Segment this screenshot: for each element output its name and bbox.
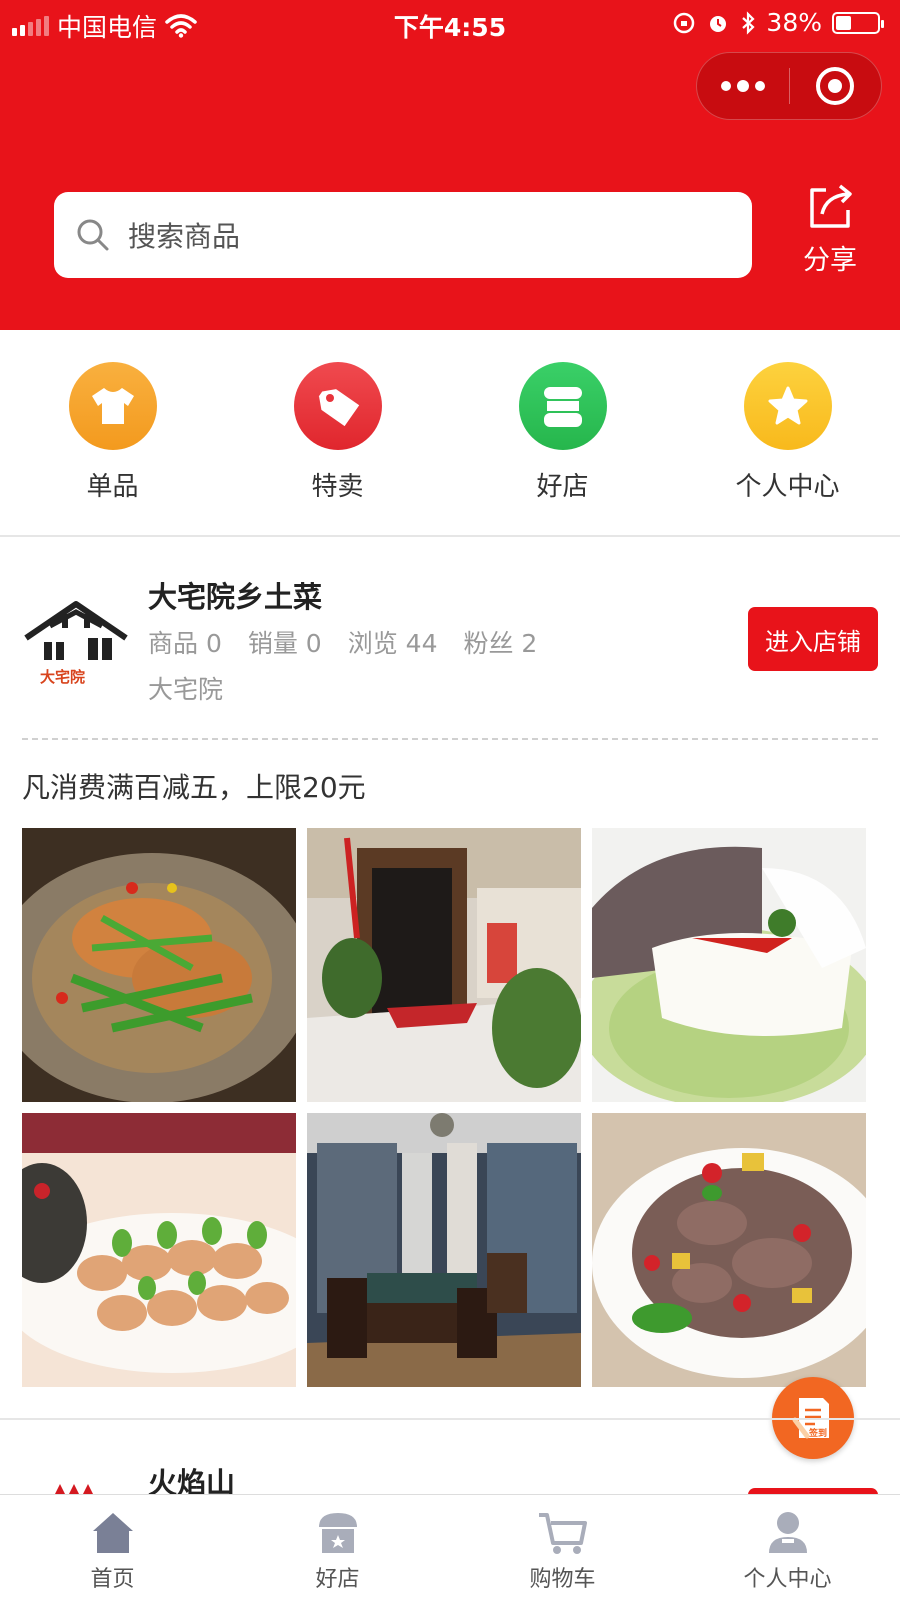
tab-good-shop[interactable]: 好店	[225, 1495, 450, 1600]
mini-program-capsule	[696, 52, 882, 120]
photo-stirfry-dish[interactable]	[592, 1113, 866, 1387]
shop-views-count: 浏览 44	[347, 629, 438, 658]
category-row: 单品 特卖 好店 个人中心	[0, 330, 900, 535]
close-miniprogram-button[interactable]	[790, 53, 882, 119]
category-label: 单品	[86, 472, 139, 502]
cart-icon	[538, 1513, 587, 1554]
share-button[interactable]: 分享	[790, 180, 870, 277]
tag-icon	[293, 362, 382, 450]
more-button[interactable]	[697, 53, 789, 119]
target-icon	[816, 67, 855, 105]
category-good-shop[interactable]: 好店	[450, 330, 675, 535]
photo-shrimp-dish[interactable]	[22, 828, 296, 1102]
section-divider	[0, 1418, 900, 1420]
tab-label: 个人中心	[743, 1567, 832, 1592]
store-icon	[518, 362, 607, 450]
shirt-icon	[68, 362, 157, 450]
search-placeholder: 搜索商品	[128, 220, 241, 253]
shop-promo-text: 凡消费满百减五，上限20元	[22, 771, 366, 804]
tab-label: 首页	[90, 1567, 135, 1592]
battery-percent: 38%	[766, 8, 822, 37]
tab-home[interactable]: 首页	[0, 1495, 225, 1600]
more-dots-icon	[720, 79, 765, 92]
category-label: 特卖	[311, 472, 364, 502]
user-icon	[768, 1512, 807, 1553]
alarm-icon	[710, 15, 727, 32]
category-single-item[interactable]: 单品	[0, 330, 225, 535]
category-label: 个人中心	[735, 472, 840, 502]
bottom-tab-bar: 首页 好店 购物车 个人中心	[0, 1494, 900, 1600]
photo-shrimp-bokchoy-dish[interactable]	[22, 1113, 296, 1387]
category-special-sale[interactable]: 特卖	[225, 330, 450, 535]
shop-logo[interactable]: 大宅院	[22, 592, 130, 696]
photo-private-dining-room[interactable]	[307, 1113, 581, 1387]
shop-stats: 商品 0 销量 0 浏览 44 粉丝 2	[148, 624, 537, 660]
shop-logo-text: 大宅院	[40, 668, 86, 686]
shop-sales-count: 销量 0	[247, 629, 322, 658]
header-bar: 中国电信 下午4:55 38% 搜索商品 分享	[0, 0, 900, 330]
star-icon	[743, 362, 832, 450]
store-icon	[318, 1513, 357, 1553]
search-icon	[77, 219, 109, 251]
battery-fill	[836, 15, 852, 30]
status-bar: 中国电信 下午4:55 38%	[0, 0, 900, 46]
battery-icon	[832, 11, 884, 34]
tab-cart[interactable]: 购物车	[450, 1495, 675, 1600]
share-icon	[810, 184, 852, 228]
shop-fans-count: 粉丝 2	[463, 629, 538, 658]
tab-label: 好店	[315, 1567, 360, 1592]
section-divider	[0, 535, 900, 537]
dashed-divider	[22, 738, 878, 740]
rotation-lock-icon	[674, 12, 695, 33]
shop-name[interactable]: 大宅院乡土菜	[148, 574, 322, 616]
enter-shop-button[interactable]: 进入店铺	[748, 607, 878, 671]
shop-photo-grid	[22, 828, 868, 1387]
search-input[interactable]: 搜索商品	[54, 192, 752, 278]
category-label: 好店	[536, 472, 589, 502]
sign-in-label: 签到	[808, 1427, 827, 1438]
tab-label: 购物车	[529, 1567, 596, 1592]
shop-goods-count: 商品 0	[148, 629, 222, 658]
tab-personal-center[interactable]: 个人中心	[675, 1495, 900, 1600]
shop-subtitle: 大宅院	[148, 675, 224, 704]
photo-restaurant-entrance[interactable]	[307, 828, 581, 1102]
bluetooth-icon	[742, 10, 756, 35]
share-label: 分享	[803, 245, 857, 276]
category-personal-center[interactable]: 个人中心	[675, 330, 900, 535]
photo-cold-meat-platter[interactable]	[592, 828, 866, 1102]
home-icon	[92, 1513, 133, 1553]
